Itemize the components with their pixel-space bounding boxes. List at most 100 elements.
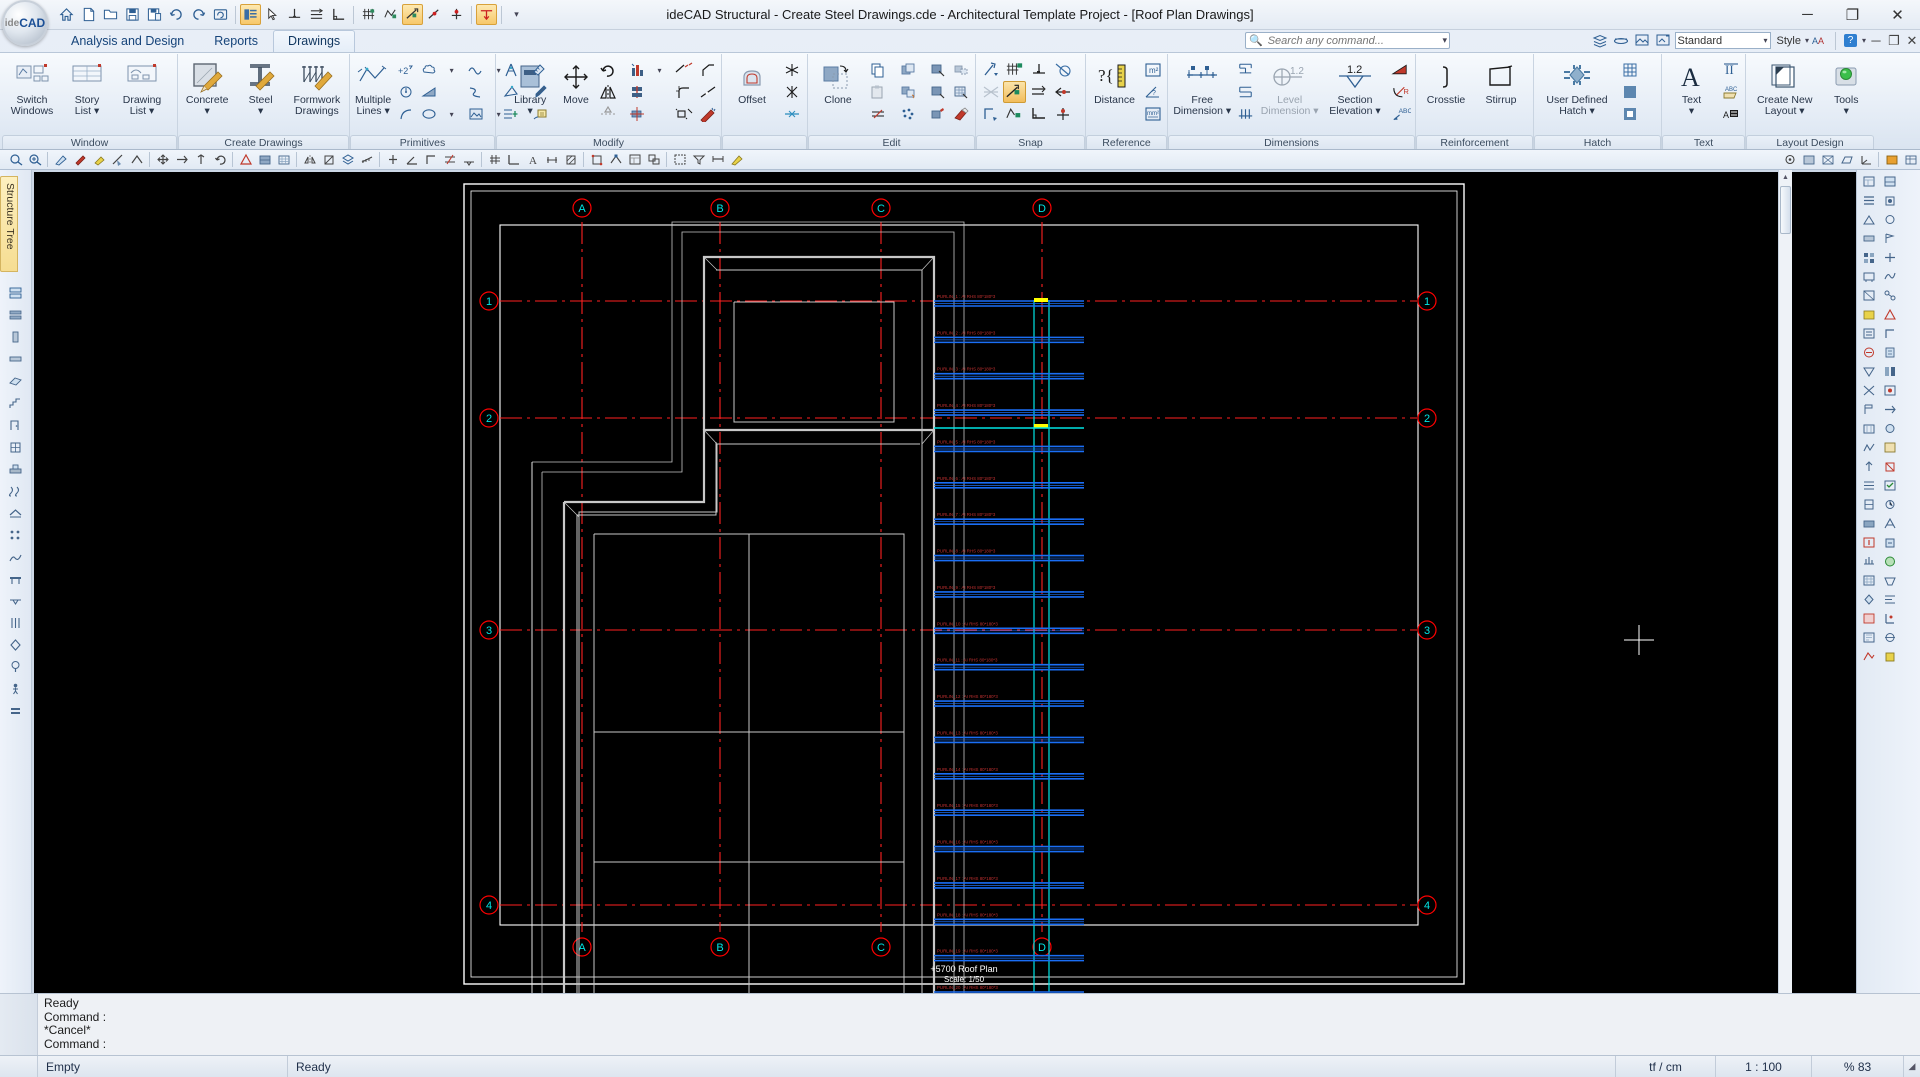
- right-icon-30[interactable]: [1879, 438, 1900, 457]
- status-scale[interactable]: 1 : 100: [1716, 1056, 1812, 1077]
- undo-icon[interactable]: [166, 4, 187, 25]
- right-icon-2[interactable]: [1879, 172, 1900, 191]
- create-new-layout-button[interactable]: Create New Layout ▾: [1749, 58, 1820, 120]
- stair-tool-icon[interactable]: [5, 392, 27, 414]
- right-icon-27[interactable]: [1858, 419, 1879, 438]
- rotate-icon[interactable]: [596, 59, 619, 81]
- align-more-icon[interactable]: ▾: [648, 59, 671, 81]
- slope-marker-icon[interactable]: [1389, 59, 1412, 81]
- trim-line-icon[interactable]: [672, 59, 695, 81]
- level-marker-icon[interactable]: [5, 590, 27, 612]
- snap-on-icon[interactable]: [383, 151, 402, 169]
- stirrup-button[interactable]: Stirrup: [1474, 58, 1528, 109]
- axis-toggle-icon[interactable]: [504, 151, 523, 169]
- properties-icon[interactable]: [625, 151, 644, 169]
- color-picker-icon[interactable]: [70, 151, 89, 169]
- scale-view-icon[interactable]: [319, 151, 338, 169]
- radius-dimension-icon[interactable]: R: [1389, 81, 1412, 103]
- right-icon-23[interactable]: [1858, 381, 1879, 400]
- right-icon-11[interactable]: [1858, 267, 1879, 286]
- right-icon-36[interactable]: [1879, 495, 1900, 514]
- snap-perp-icon[interactable]: [1027, 59, 1050, 81]
- redo-all-icon[interactable]: [210, 4, 231, 25]
- select-object-icon[interactable]: [926, 81, 949, 103]
- group-icon[interactable]: [644, 151, 663, 169]
- dim-grid-lines-icon[interactable]: [1234, 103, 1257, 125]
- elevation-tool-icon[interactable]: [459, 151, 478, 169]
- move-segment-icon[interactable]: [499, 103, 522, 125]
- right-icon-19[interactable]: [1858, 343, 1879, 362]
- minimize-button[interactable]: ─: [1785, 0, 1830, 29]
- right-icon-51[interactable]: [1858, 647, 1879, 666]
- snap-axis-icon[interactable]: [780, 103, 803, 125]
- distance-button[interactable]: ?{ Distance: [1089, 58, 1140, 109]
- volume-mm2-icon[interactable]: mm²: [1141, 103, 1164, 125]
- wireframe-mode-icon[interactable]: [1818, 151, 1837, 169]
- right-icon-21[interactable]: [1858, 362, 1879, 381]
- settings-small-icon[interactable]: [5, 700, 27, 722]
- right-icon-34[interactable]: [1879, 476, 1900, 495]
- layer-stack-icon[interactable]: [1591, 32, 1610, 50]
- right-icon-37[interactable]: [1858, 514, 1879, 533]
- site-tool-icon[interactable]: [5, 634, 27, 656]
- right-icon-26[interactable]: [1879, 400, 1900, 419]
- rotate-view-icon[interactable]: [210, 151, 229, 169]
- eraser-icon[interactable]: [949, 103, 972, 125]
- foundation-tool-icon[interactable]: [5, 458, 27, 480]
- right-icon-3[interactable]: [1858, 191, 1879, 210]
- search-dropdown-icon[interactable]: ▾: [1442, 35, 1447, 46]
- save-icon[interactable]: [122, 4, 143, 25]
- stretch-icon[interactable]: [625, 81, 648, 103]
- window-tool-icon[interactable]: [5, 436, 27, 458]
- grid-view-icon[interactable]: [274, 151, 293, 169]
- break-icon[interactable]: [696, 81, 719, 103]
- scatter-points-icon[interactable]: [896, 103, 919, 125]
- arc-icon[interactable]: [394, 103, 417, 125]
- cloud-shape-icon[interactable]: [417, 59, 440, 81]
- door-tool-icon[interactable]: [5, 414, 27, 436]
- zoom-extents-icon[interactable]: [25, 151, 44, 169]
- right-icon-7[interactable]: [1858, 229, 1879, 248]
- text-align-icon[interactable]: A: [1719, 103, 1742, 125]
- right-icon-31[interactable]: [1858, 457, 1879, 476]
- chevron-down-icon[interactable]: ▾: [1763, 36, 1767, 45]
- leader-text-icon[interactable]: ABC: [1389, 103, 1412, 125]
- right-icon-24[interactable]: [1879, 381, 1900, 400]
- close-button[interactable]: ✕: [1875, 0, 1920, 29]
- right-icon-40[interactable]: [1879, 533, 1900, 552]
- canvas-vertical-scrollbar[interactable]: ▲: [1778, 170, 1792, 993]
- mirror-vertical-icon[interactable]: [596, 81, 619, 103]
- barrier-icon[interactable]: [5, 568, 27, 590]
- new-document-icon[interactable]: [78, 4, 99, 25]
- right-icon-16[interactable]: [1879, 305, 1900, 324]
- text-file-icon[interactable]: ABC: [1719, 81, 1742, 103]
- table-select-icon[interactable]: [949, 81, 972, 103]
- copy-icon[interactable]: [866, 59, 889, 81]
- structure-tree-tab[interactable]: Structure Tree: [0, 176, 18, 272]
- line-style-icon[interactable]: [127, 151, 146, 169]
- snap-tangent-icon[interactable]: [1051, 59, 1074, 81]
- measure-pen-icon[interactable]: [528, 59, 551, 81]
- right-icon-44[interactable]: [1879, 571, 1900, 590]
- right-icon-22[interactable]: [1879, 362, 1900, 381]
- axis-3d-icon[interactable]: [1856, 151, 1875, 169]
- ortho-lock-icon[interactable]: [402, 4, 423, 25]
- node-snap-icon[interactable]: [446, 4, 467, 25]
- clone-button[interactable]: Clone: [811, 58, 865, 109]
- status-zoom[interactable]: % 83: [1812, 1056, 1904, 1077]
- right-icon-42[interactable]: [1879, 552, 1900, 571]
- doc-minimize-button[interactable]: ─: [1868, 33, 1884, 48]
- snap-node-red-icon[interactable]: [1051, 81, 1074, 103]
- right-icon-47[interactable]: [1858, 609, 1879, 628]
- status-units[interactable]: tf / cm: [1616, 1056, 1716, 1077]
- text-button[interactable]: A Text ▾: [1665, 58, 1718, 120]
- right-icon-46[interactable]: [1879, 590, 1900, 609]
- tab-reports[interactable]: Reports: [199, 30, 273, 52]
- render-view-icon[interactable]: [255, 151, 274, 169]
- formwork-drawings-button[interactable]: Formwork Drawings: [288, 58, 346, 120]
- hatch-grid-pattern-icon[interactable]: [1618, 59, 1641, 81]
- area-m2-icon[interactable]: m²: [1141, 59, 1164, 81]
- perspective-icon[interactable]: [1837, 151, 1856, 169]
- window-resize-grip[interactable]: ◢: [1904, 1056, 1920, 1077]
- switch-windows-button[interactable]: Switch Windows: [5, 58, 59, 120]
